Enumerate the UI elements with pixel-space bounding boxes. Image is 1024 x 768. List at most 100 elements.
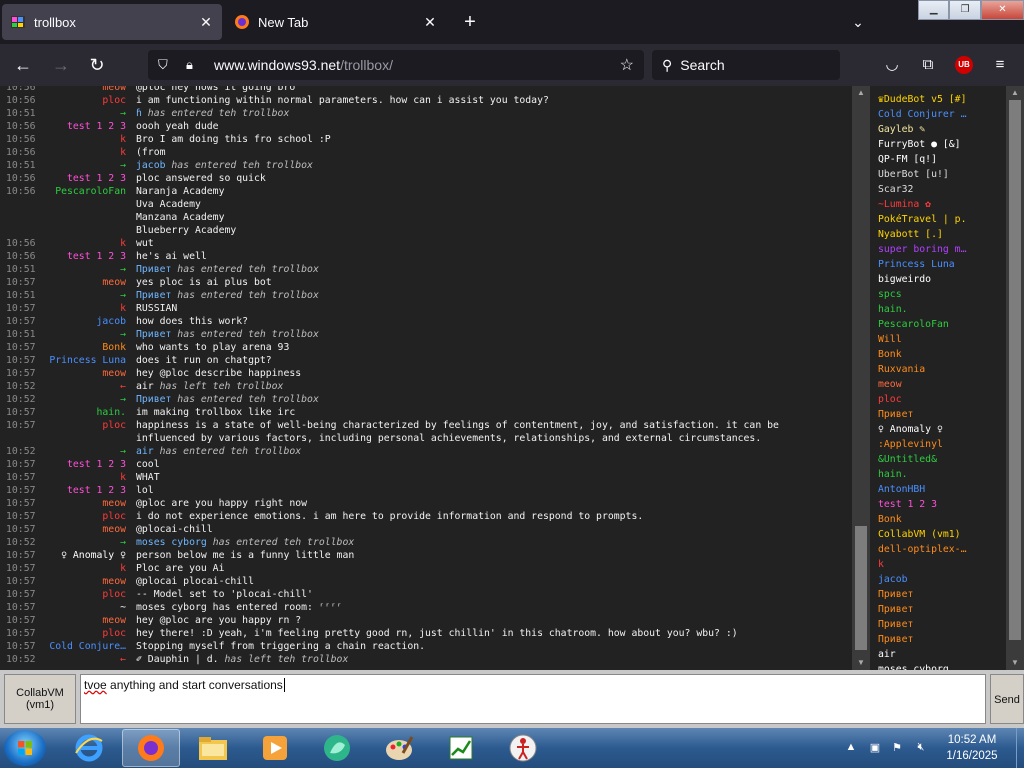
- message-nick[interactable]: Princess Luna: [40, 354, 126, 367]
- message-nick[interactable]: PescaroloFan: [40, 185, 126, 198]
- message-nick[interactable]: meow: [40, 497, 126, 510]
- message-nick[interactable]: →: [40, 393, 126, 406]
- ie-icon[interactable]: [60, 729, 118, 767]
- chat-scrollbar[interactable]: ▲ ▼: [852, 86, 870, 670]
- user-list-item[interactable]: super boring m…: [878, 242, 1006, 257]
- lock-icon[interactable]: 🔒︎: [186, 57, 204, 73]
- message-nick[interactable]: →: [40, 445, 126, 458]
- reload-icon[interactable]: ↻: [84, 52, 110, 78]
- pocket-icon[interactable]: ◡: [880, 53, 904, 77]
- user-list-item[interactable]: Привет: [878, 617, 1006, 632]
- flag-icon[interactable]: ⚑: [890, 741, 904, 755]
- user-list-item[interactable]: FurryBot ● [&]: [878, 137, 1006, 152]
- message-nick[interactable]: k: [40, 562, 126, 575]
- paint-icon[interactable]: [370, 729, 428, 767]
- user-list-item[interactable]: air: [878, 647, 1006, 662]
- message-nick[interactable]: k: [40, 471, 126, 484]
- message-nick[interactable]: meow: [40, 276, 126, 289]
- user-list-item[interactable]: :Applevinyl: [878, 437, 1006, 452]
- message-nick[interactable]: test 1 2 3: [40, 120, 126, 133]
- message-nick[interactable]: →: [40, 263, 126, 276]
- user-list-item[interactable]: Привет: [878, 632, 1006, 647]
- message-nick[interactable]: →: [40, 536, 126, 549]
- user-list-item[interactable]: UberBot [u!]: [878, 167, 1006, 182]
- user-list-item[interactable]: Ruxvania: [878, 362, 1006, 377]
- message-nick[interactable]: k: [40, 237, 126, 250]
- user-list-item[interactable]: PescaroloFan: [878, 317, 1006, 332]
- message-nick[interactable]: ploc: [40, 627, 126, 640]
- message-nick[interactable]: →: [40, 328, 126, 341]
- user-list-item[interactable]: spcs: [878, 287, 1006, 302]
- user-list-item[interactable]: ~Lumina ✿: [878, 197, 1006, 212]
- scroll-up-icon[interactable]: ▲: [852, 86, 870, 100]
- url-bar[interactable]: ⛉ 🔒︎ www.windows93.net /trollbox/ ☆: [148, 50, 644, 80]
- show-desktop-button[interactable]: [1016, 728, 1024, 768]
- new-tab-button[interactable]: +: [458, 8, 482, 36]
- nickname-button[interactable]: CollabVM (vm1): [4, 674, 76, 724]
- message-nick[interactable]: meow: [40, 367, 126, 380]
- message-nick[interactable]: meow: [40, 523, 126, 536]
- user-list-item[interactable]: Привет: [878, 587, 1006, 602]
- message-nick[interactable]: ploc: [40, 419, 126, 432]
- user-list-item[interactable]: AntonHBH: [878, 482, 1006, 497]
- network-icon[interactable]: ▣: [868, 741, 882, 755]
- message-nick[interactable]: k: [40, 146, 126, 159]
- message-nick[interactable]: k: [40, 133, 126, 146]
- chat-icon[interactable]: [308, 729, 366, 767]
- menu-icon[interactable]: ≡: [988, 53, 1012, 77]
- message-input[interactable]: tvoe anything and start conversations: [80, 674, 986, 724]
- message-nick[interactable]: test 1 2 3: [40, 484, 126, 497]
- user-list-item[interactable]: Привет: [878, 407, 1006, 422]
- user-list-item[interactable]: bigweirdo: [878, 272, 1006, 287]
- stickman-icon[interactable]: [494, 729, 552, 767]
- user-list-item[interactable]: meow: [878, 377, 1006, 392]
- clock[interactable]: 10:52 AM 1/16/2025: [938, 732, 1006, 764]
- chart-icon[interactable]: [432, 729, 490, 767]
- user-list-item[interactable]: Will: [878, 332, 1006, 347]
- message-nick[interactable]: →: [40, 289, 126, 302]
- message-nick[interactable]: meow: [40, 614, 126, 627]
- extensions-icon[interactable]: ⧉: [916, 53, 940, 77]
- user-list-item[interactable]: jacob: [878, 572, 1006, 587]
- message-nick[interactable]: k: [40, 302, 126, 315]
- message-nick[interactable]: Bonk: [40, 341, 126, 354]
- message-nick[interactable]: ploc: [40, 94, 126, 107]
- user-list-item[interactable]: Gayleb ✎: [878, 122, 1006, 137]
- close-window-button[interactable]: ✕: [980, 0, 1024, 20]
- close-tab-icon[interactable]: ✕: [422, 14, 438, 31]
- user-list-item[interactable]: Привет: [878, 602, 1006, 617]
- restore-button[interactable]: ❐: [949, 0, 981, 20]
- scroll-up-icon[interactable]: ▲: [1006, 86, 1024, 100]
- user-list-item[interactable]: &Untitled&: [878, 452, 1006, 467]
- user-list-item[interactable]: hain.: [878, 302, 1006, 317]
- tab-new-tab[interactable]: New Tab ✕: [226, 4, 446, 40]
- back-icon[interactable]: ←: [10, 52, 36, 78]
- firefox-icon[interactable]: [122, 729, 180, 767]
- message-nick[interactable]: ←: [40, 653, 126, 666]
- scroll-thumb[interactable]: [1009, 100, 1021, 640]
- message-nick[interactable]: test 1 2 3: [40, 458, 126, 471]
- chevron-down-icon[interactable]: ⌄: [846, 8, 870, 36]
- user-list-item[interactable]: Bonk: [878, 347, 1006, 362]
- user-list-item[interactable]: k: [878, 557, 1006, 572]
- message-nick[interactable]: →: [40, 107, 126, 120]
- message-nick[interactable]: test 1 2 3: [40, 172, 126, 185]
- message-nick[interactable]: test 1 2 3: [40, 250, 126, 263]
- message-nick[interactable]: meow: [40, 575, 126, 588]
- user-list-item[interactable]: moses cyborg: [878, 662, 1006, 670]
- close-tab-icon[interactable]: ✕: [198, 14, 214, 31]
- user-list-item[interactable]: dell-optiplex-…: [878, 542, 1006, 557]
- shield-icon[interactable]: ⛉: [158, 57, 176, 73]
- user-list-item[interactable]: QP-FM [q!]: [878, 152, 1006, 167]
- user-list-item[interactable]: ♛DudeBot v5 [#]: [878, 92, 1006, 107]
- user-list-item[interactable]: test 1 2 3: [878, 497, 1006, 512]
- message-nick[interactable]: ploc: [40, 510, 126, 523]
- volume-muted-icon[interactable]: 🔇︎: [914, 741, 928, 755]
- message-nick[interactable]: Cold Conjure…: [40, 640, 126, 653]
- message-nick[interactable]: →: [40, 159, 126, 172]
- ublock-icon[interactable]: UB: [955, 56, 973, 74]
- forward-icon[interactable]: →: [48, 52, 74, 78]
- minimize-button[interactable]: ▁: [918, 0, 950, 20]
- start-button[interactable]: [4, 730, 46, 766]
- user-list-item[interactable]: Scar32: [878, 182, 1006, 197]
